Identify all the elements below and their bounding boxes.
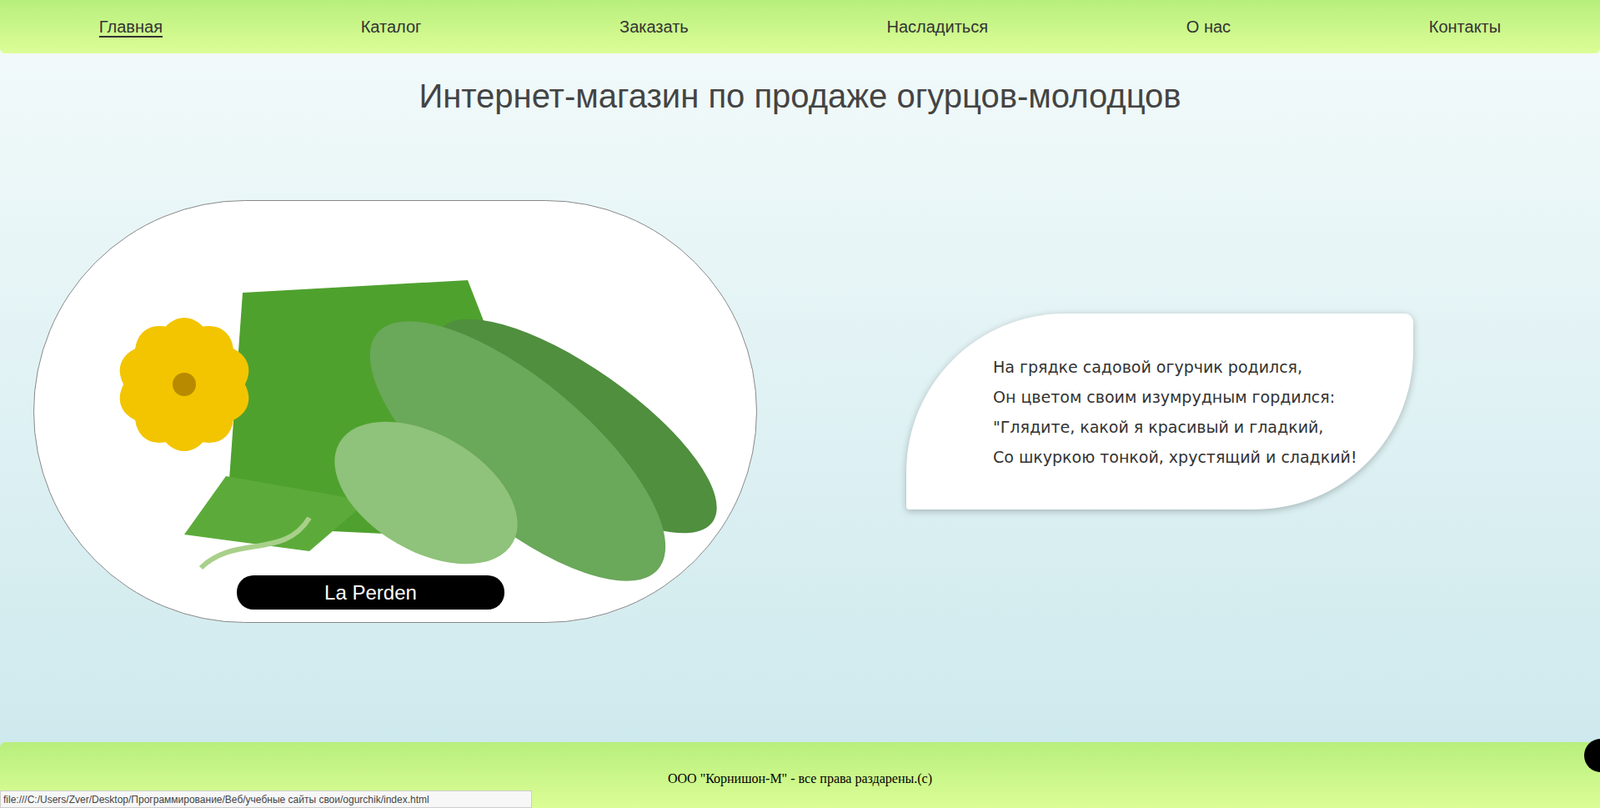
- poem-line: Он цветом своим изумрудным гордился:: [993, 381, 1400, 412]
- poem-line: На грядке садовой огурчик родился,: [993, 351, 1400, 382]
- nav-item[interactable]: Насладиться: [879, 14, 995, 40]
- nav-item[interactable]: Каталог: [354, 14, 429, 40]
- footer-text: ООО "Корнишон-М" - все права раздарены.(…: [667, 768, 933, 789]
- status-bar: file:///C:/Users/Zver/Desktop/Программир…: [0, 790, 532, 808]
- page-title: Интернет-магазин по продаже огурцов-моло…: [0, 53, 1600, 117]
- nav-bar: Главная Каталог Заказать Насладиться О нас Ко…: [0, 0, 1600, 54]
- main: Интернет-магазин по продаже огурцов-моло…: [0, 53, 1600, 743]
- hero-image: La Perden: [33, 200, 758, 623]
- nav-item[interactable]: Контакты: [1422, 14, 1508, 40]
- status-url: file:///C:/Users/Zver/Desktop/Программир…: [3, 792, 430, 808]
- content-row: La Perden На грядке садовой огурчик родил…: [0, 200, 1600, 623]
- poem-line: Со шкуркою тонкой, хрустящий и сладкий!: [993, 441, 1400, 472]
- poem-card: На грядке садовой огурчик родился,Он цве…: [906, 313, 1414, 510]
- nav-item[interactable]: Заказать: [612, 14, 696, 40]
- nav-item[interactable]: Главная: [92, 14, 170, 40]
- poem-line: "Глядите, какой я красивый и гладкий,: [993, 411, 1400, 442]
- hero-caption: La Perden: [236, 575, 505, 610]
- nav-item[interactable]: О нас: [1179, 14, 1238, 40]
- cucumber-picture-icon: [34, 200, 758, 623]
- page: Главная Каталог Заказать Насладиться О нас Ко…: [0, 0, 1600, 808]
